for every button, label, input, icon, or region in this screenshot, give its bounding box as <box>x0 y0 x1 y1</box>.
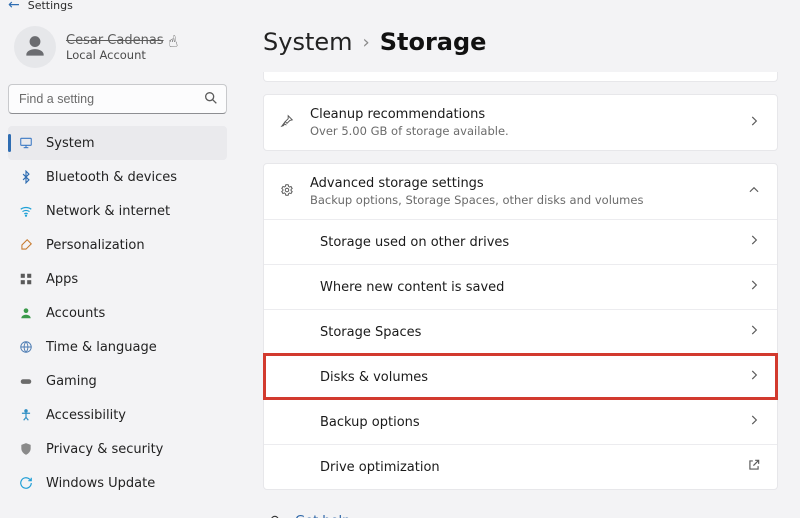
chevron-right-icon <box>747 278 761 296</box>
get-help-label: Get help <box>295 514 350 518</box>
globe-clock-icon <box>18 339 34 355</box>
breadcrumb: System › Storage <box>263 28 778 56</box>
monitor-icon <box>18 135 34 151</box>
breadcrumb-parent[interactable]: System <box>263 28 353 56</box>
advanced-item-label: Backup options <box>320 415 420 430</box>
advanced-header[interactable]: Advanced storage settings Backup options… <box>264 164 777 219</box>
sidebar-item-personalization[interactable]: Personalization <box>8 228 227 262</box>
advanced-item-label: Disks & volumes <box>320 370 428 385</box>
chevron-right-icon <box>747 323 761 341</box>
advanced-title: Advanced storage settings <box>310 176 643 191</box>
sidebar-item-network-internet[interactable]: Network & internet <box>8 194 227 228</box>
advanced-item-storage-spaces[interactable]: Storage Spaces <box>264 309 777 354</box>
title-bar: ← Settings <box>0 0 800 10</box>
chevron-right-icon: › <box>363 32 370 53</box>
sidebar-item-label: Bluetooth & devices <box>46 170 177 185</box>
main-content: System › Storage Cleanup recommendations… <box>235 10 800 518</box>
chevron-right-icon <box>747 114 761 132</box>
sidebar-item-label: Windows Update <box>46 476 155 491</box>
footer-links: ? Get help Give feedback <box>263 508 778 518</box>
chevron-right-icon <box>747 233 761 251</box>
advanced-item-label: Storage Spaces <box>320 325 421 340</box>
sidebar-item-system[interactable]: System <box>8 126 227 160</box>
help-icon: ? <box>267 512 285 518</box>
chevron-right-icon <box>747 413 761 431</box>
chevron-right-icon <box>747 368 761 386</box>
account-type: Local Account <box>66 48 164 62</box>
advanced-item-backup-options[interactable]: Backup options <box>264 399 777 444</box>
sidebar-item-apps[interactable]: Apps <box>8 262 227 296</box>
open-external-icon <box>747 458 761 476</box>
account-block[interactable]: Cesar Cadenas Local Account <box>8 20 227 82</box>
broom-icon <box>280 114 294 132</box>
sidebar-item-label: Accounts <box>46 306 105 321</box>
panel-sliver <box>263 72 778 82</box>
advanced-item-disks-volumes[interactable]: Disks & volumes <box>264 354 777 399</box>
advanced-item-storage-used-on-other-drives[interactable]: Storage used on other drives <box>264 219 777 264</box>
sidebar-item-privacy-security[interactable]: Privacy & security <box>8 432 227 466</box>
advanced-card: Advanced storage settings Backup options… <box>263 163 778 490</box>
apps-icon <box>18 271 34 287</box>
accessibility-icon <box>18 407 34 423</box>
advanced-item-label: Where new content is saved <box>320 280 504 295</box>
sidebar-item-label: Privacy & security <box>46 442 163 457</box>
sidebar-item-label: Personalization <box>46 238 145 253</box>
gamepad-icon <box>18 373 34 389</box>
advanced-sub: Backup options, Storage Spaces, other di… <box>310 193 643 207</box>
sidebar-item-label: Accessibility <box>46 408 126 423</box>
sidebar-item-accessibility[interactable]: Accessibility <box>8 398 227 432</box>
bluetooth-icon <box>18 169 34 185</box>
advanced-item-label: Storage used on other drives <box>320 235 509 250</box>
search-wrap <box>8 84 227 114</box>
avatar <box>14 26 56 68</box>
search-input[interactable] <box>8 84 227 114</box>
sidebar: Cesar Cadenas Local Account ☝ SystemBlue… <box>0 10 235 518</box>
sidebar-item-gaming[interactable]: Gaming <box>8 364 227 398</box>
cleanup-sub: Over 5.00 GB of storage available. <box>310 124 509 138</box>
update-icon <box>18 475 34 491</box>
sidebar-nav: System Bluetooth & devices Network & inter… <box>8 126 227 500</box>
sidebar-item-label: System <box>46 136 94 151</box>
search-icon <box>203 90 219 106</box>
sidebar-item-accounts[interactable]: Accounts <box>8 296 227 330</box>
paintbrush-icon <box>18 237 34 253</box>
sidebar-item-label: Apps <box>46 272 78 287</box>
cleanup-card[interactable]: Cleanup recommendations Over 5.00 GB of … <box>263 94 778 151</box>
chevron-up-icon <box>747 183 761 201</box>
get-help-link[interactable]: ? Get help <box>267 508 778 518</box>
sidebar-item-bluetooth-devices[interactable]: Bluetooth & devices <box>8 160 227 194</box>
gear-icon <box>280 183 294 201</box>
cleanup-title: Cleanup recommendations <box>310 107 509 122</box>
person-icon <box>18 305 34 321</box>
sidebar-item-label: Time & language <box>46 340 157 355</box>
advanced-item-label: Drive optimization <box>320 460 440 475</box>
sidebar-item-windows-update[interactable]: Windows Update <box>8 466 227 500</box>
breadcrumb-current: Storage <box>380 28 487 56</box>
wifi-icon <box>18 203 34 219</box>
sidebar-item-time-language[interactable]: Time & language <box>8 330 227 364</box>
account-name: Cesar Cadenas <box>66 33 164 48</box>
sidebar-item-label: Gaming <box>46 374 97 389</box>
shield-icon <box>18 441 34 457</box>
sidebar-item-label: Network & internet <box>46 204 170 219</box>
advanced-item-drive-optimization[interactable]: Drive optimization <box>264 444 777 489</box>
advanced-item-where-new-content-is-saved[interactable]: Where new content is saved <box>264 264 777 309</box>
